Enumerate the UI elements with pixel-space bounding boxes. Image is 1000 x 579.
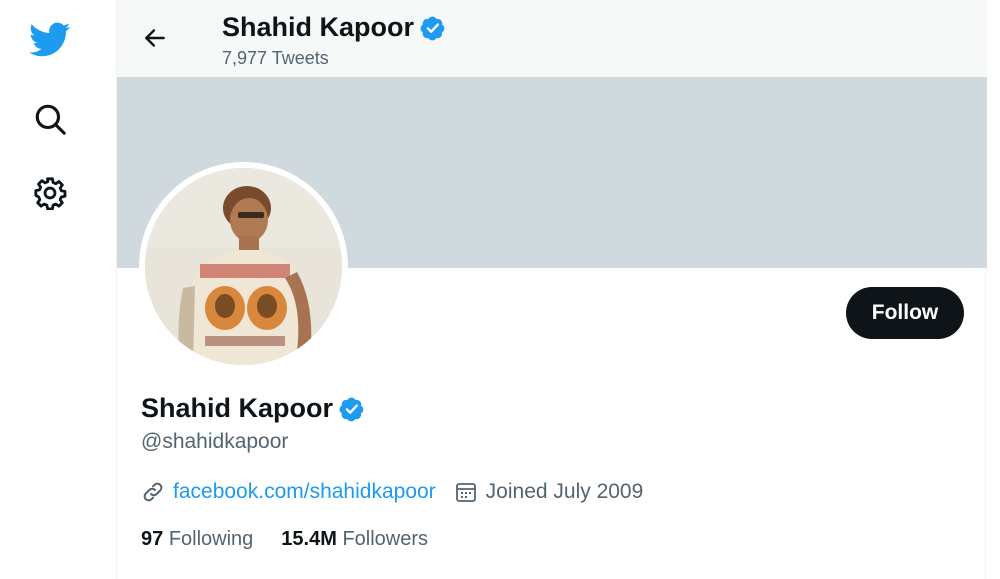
avatar-photo [145, 168, 342, 365]
verified-badge-icon [420, 15, 446, 41]
verified-badge-icon[interactable] [339, 396, 365, 422]
twitter-bird-icon[interactable] [28, 18, 72, 62]
tweet-count: 7,977 Tweets [222, 48, 329, 68]
website-item: facebook.com/shahidkapoor [141, 480, 436, 504]
back-button[interactable] [137, 20, 173, 56]
header-profile-name: Shahid Kapoor [222, 12, 446, 43]
profile-handle: @shahidkapoor [141, 430, 289, 453]
joined-date: Joined July 2009 [485, 480, 644, 503]
follow-button[interactable]: Follow [846, 287, 964, 339]
profile-name: Shahid Kapoor [141, 393, 365, 424]
profile-meta: facebook.com/shahidkapoor Joined July 20… [141, 480, 643, 504]
website-link[interactable]: facebook.com/shahidkapoor [173, 480, 436, 504]
calendar-icon [455, 483, 476, 502]
back-arrow-icon [145, 29, 165, 47]
settings-gear-icon[interactable] [28, 171, 72, 215]
follow-stats: 97 Following 15.4M Followers [141, 528, 428, 551]
avatar[interactable] [139, 162, 348, 371]
followers-count: 15.4M [281, 528, 337, 550]
header-name-text: Shahid Kapoor [222, 12, 415, 42]
profile-header-bar: Shahid Kapoor 7,977 Tweets [117, 0, 987, 77]
following-label: Following [168, 528, 254, 550]
following-count: 97 [141, 528, 164, 550]
left-nav [0, 0, 116, 579]
following-link[interactable]: 97 Following [141, 528, 253, 551]
followers-link[interactable]: 15.4M Followers [281, 528, 428, 551]
joined-item: Joined July 2009 [454, 480, 644, 504]
profile-name-text: Shahid Kapoor [141, 393, 334, 423]
link-icon [143, 482, 163, 502]
search-icon[interactable] [28, 97, 72, 141]
profile-column: Shahid Kapoor 7,977 Tweets Follow Shahid… [116, 0, 987, 579]
followers-label: Followers [342, 528, 429, 550]
